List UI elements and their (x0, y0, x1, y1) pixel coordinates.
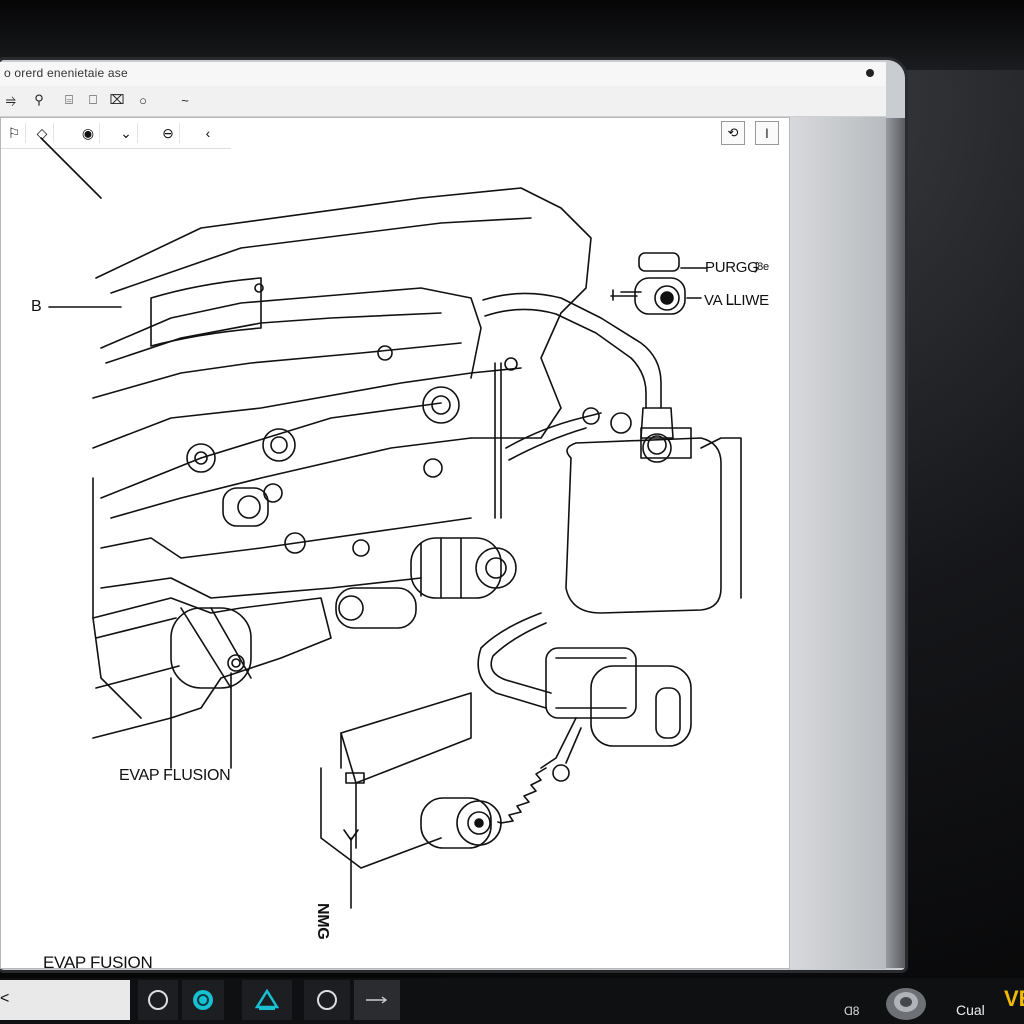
label-evap-fusion: EVAP FLUSION (119, 767, 231, 784)
window-side-edge (885, 118, 905, 968)
label-nmg: NMG (314, 903, 331, 940)
taskbar-app-circle[interactable] (138, 980, 178, 1020)
leader-line-top (40, 137, 102, 199)
label-valve: VA ᒪLIWE (704, 292, 769, 309)
brand-logo: VE (1004, 986, 1024, 1011)
document-side-gutter (790, 117, 886, 969)
main-toolbar: ⥤ ⚲ ⌸ ⎕ ⌧ ○ ~ (0, 86, 886, 117)
label-b: B (31, 298, 42, 315)
purge-valve-body (410, 537, 502, 599)
charcoal-canister (565, 437, 722, 614)
spring (500, 767, 547, 824)
window-title: o orerd enenietaie ase (4, 66, 128, 80)
circle-icon-2 (317, 990, 337, 1010)
brand-text: Cual (956, 1002, 985, 1018)
circle-icon (148, 990, 168, 1010)
viewer-window: o orerd enenietaie ase ⥤ ⚲ ⌸ ⎕ ⌧ ○ ~ ⚐ ◇… (0, 62, 886, 972)
connector-pipe (335, 587, 417, 629)
page-icon[interactable]: ⎕ (84, 90, 102, 110)
close-icon[interactable] (866, 69, 874, 77)
taskbar: < Ɑ8 Cual VE (0, 978, 1024, 1024)
document-page: ⚐ ◇ ◉ ⌄ ⊖ ‹ ⟲ ǀ B PURGG ʃ8e VA ᒪLIWE EVA… (0, 117, 790, 972)
tray-icon-text[interactable]: Ɑ8 (844, 1004, 859, 1018)
sensor-left (222, 487, 269, 527)
taskbar-app-circle-2[interactable] (304, 980, 350, 1020)
taskbar-app-warning[interactable] (242, 980, 292, 1020)
title-bar: o orerd enenietaie ase (0, 62, 886, 87)
zoom-icon[interactable]: ○ (134, 90, 152, 110)
collapse-icon[interactable]: ⥤ (2, 90, 20, 110)
teal-app-icon (193, 990, 213, 1010)
pin-icon[interactable]: ⚲ (30, 90, 48, 110)
label-evap-fusion-caption: EVAP FUSION (43, 953, 153, 972)
arrow-right-icon (366, 996, 388, 1004)
draw-icon[interactable]: ~ (170, 90, 200, 110)
mounting-bracket (340, 692, 472, 784)
back-arrow-icon[interactable]: < (0, 990, 9, 1008)
bookmark-icon[interactable]: ⌧ (108, 90, 126, 110)
label-purge: PURGG (705, 259, 759, 276)
engine-outline (95, 187, 592, 439)
taskbar-app-teal[interactable] (182, 980, 224, 1020)
clip-icon[interactable]: ⌸ (60, 90, 78, 110)
intake-pipe (150, 277, 262, 347)
triangle-app-icon (255, 989, 279, 1010)
taskbar-search[interactable]: < (0, 980, 130, 1020)
label-purge-suffix: ʃ8e (755, 261, 769, 273)
taskbar-app-arrow[interactable] (354, 980, 400, 1020)
usb-connector-icon (886, 988, 926, 1020)
evap-system-diagram (40, 137, 742, 909)
